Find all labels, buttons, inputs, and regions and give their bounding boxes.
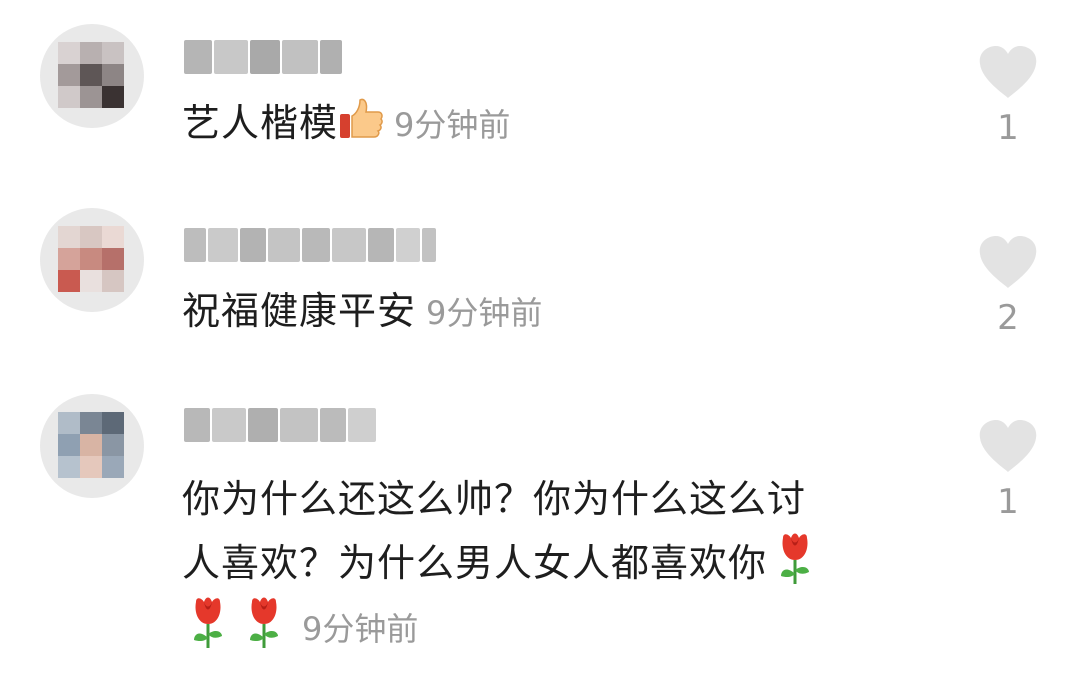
username-blurred[interactable] [184, 408, 376, 442]
comment-line-3: 9分钟前 [182, 594, 823, 660]
comment-time: 9分钟前 [426, 294, 543, 332]
heart-icon[interactable] [978, 46, 1038, 100]
like-button[interactable]: 1 [970, 420, 1046, 522]
avatar[interactable] [40, 394, 144, 498]
like-count: 2 [997, 298, 1019, 338]
comment-body: 祝福健康平安 [182, 289, 417, 333]
like-count: 1 [997, 108, 1019, 148]
thumbs-up-emoji [340, 98, 383, 138]
comment-text: 祝福健康平安 9分钟前 [182, 280, 542, 344]
like-count: 1 [997, 482, 1019, 522]
comment-body: 艺人楷模 [182, 101, 339, 145]
comment-list: 艺人楷模 9分钟前 1 祝福健康平安 9分钟前 2 你为什么还这么帅？你为什么这… [0, 0, 1080, 692]
rose-emoji [775, 530, 815, 586]
like-button[interactable]: 2 [970, 236, 1046, 338]
comment-line-1: 你为什么还这么帅？你为什么这么讨 [182, 477, 807, 521]
comment-item: 你为什么还这么帅？你为什么这么讨 人喜欢？为什么男人女人都喜欢你 9分钟前 1 [0, 380, 1080, 692]
rose-emoji [244, 594, 284, 650]
comment-time: 9分钟前 [302, 610, 419, 648]
comment-text: 艺人楷模 9分钟前 [182, 92, 510, 156]
comment-line-2-text: 人喜欢？为什么男人女人都喜欢你 [182, 541, 768, 585]
like-button[interactable]: 1 [970, 46, 1046, 148]
rose-emoji [188, 594, 228, 650]
comment-item: 祝福健康平安 9分钟前 2 [0, 190, 1080, 380]
comment-item: 艺人楷模 9分钟前 1 [0, 0, 1080, 190]
comment-time: 9分钟前 [394, 106, 511, 144]
username-blurred[interactable] [184, 228, 436, 262]
username-blurred[interactable] [184, 40, 342, 74]
comment-line-2: 人喜欢？为什么男人女人都喜欢你 [182, 530, 823, 594]
heart-icon[interactable] [978, 420, 1038, 474]
comment-text: 你为什么还这么帅？你为什么这么讨 人喜欢？为什么男人女人都喜欢你 9分钟前 [182, 468, 823, 660]
avatar[interactable] [40, 208, 144, 312]
avatar[interactable] [40, 24, 144, 128]
heart-icon[interactable] [978, 236, 1038, 290]
